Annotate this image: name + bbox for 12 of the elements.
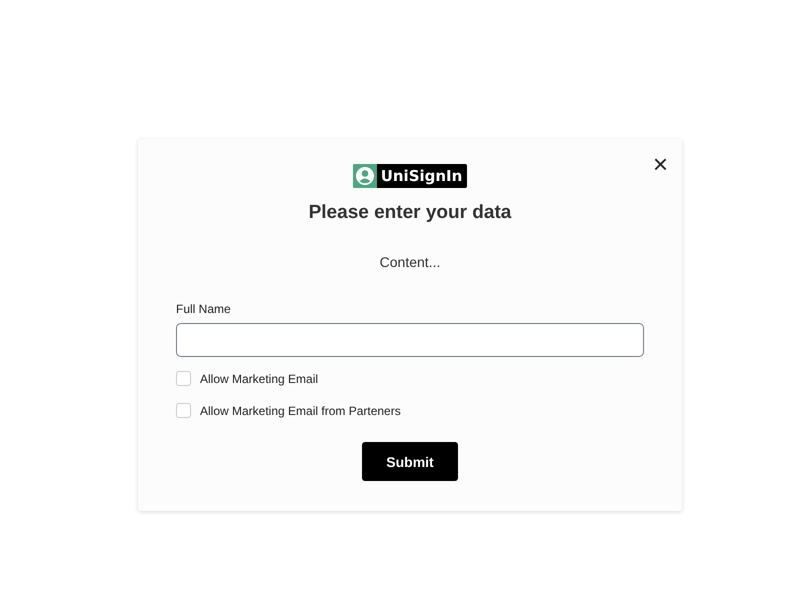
checkbox[interactable] bbox=[176, 403, 191, 418]
checkbox[interactable] bbox=[176, 371, 191, 386]
logo-text: UniSignIn bbox=[380, 167, 464, 185]
dialog-title: Please enter your data bbox=[308, 202, 512, 224]
content-text: Content... bbox=[378, 254, 442, 270]
submit-button[interactable]: Submit bbox=[362, 442, 458, 481]
field-label: Full Name bbox=[176, 302, 232, 316]
input-field[interactable] bbox=[176, 323, 644, 357]
user-icon bbox=[354, 166, 375, 186]
checkbox-label: Allow Marketing Email bbox=[200, 372, 318, 386]
checkbox-label: Allow Marketing Email from Parteners bbox=[200, 404, 401, 418]
close-button[interactable]: × bbox=[652, 151, 668, 177]
